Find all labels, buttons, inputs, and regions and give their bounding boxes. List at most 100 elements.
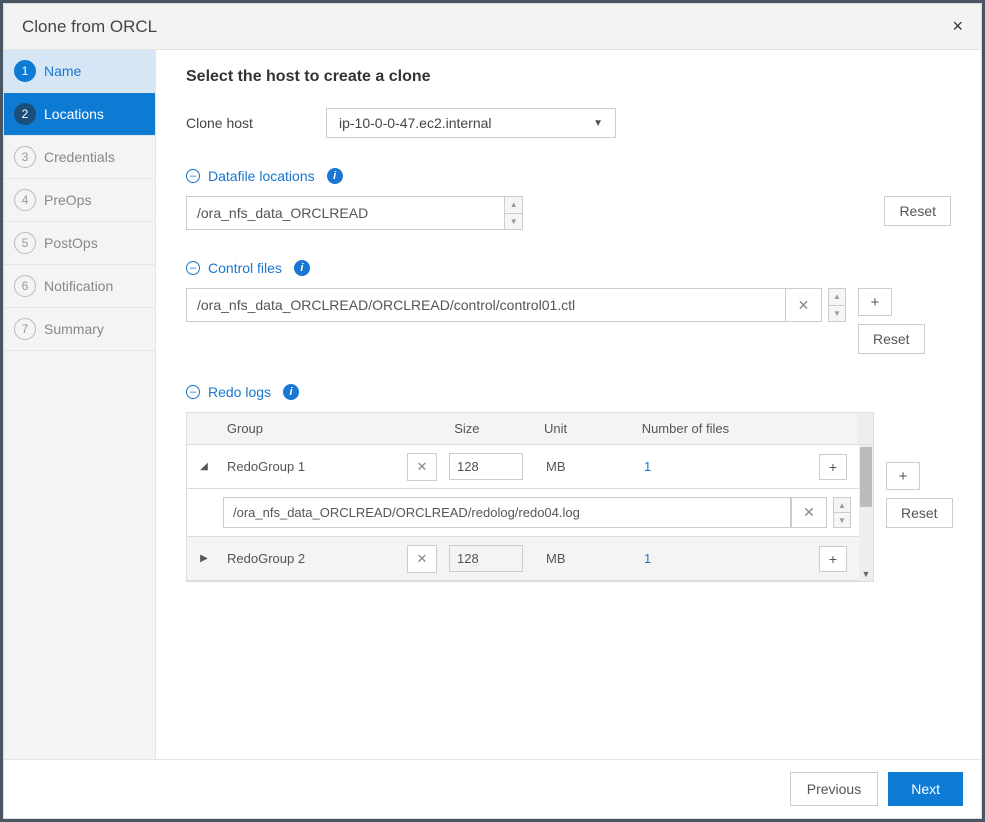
datafile-title: Datafile locations: [208, 168, 315, 184]
redo-add-file-button[interactable]: +: [819, 454, 847, 480]
sidebar-item-label: Notification: [44, 278, 113, 294]
col-unit: Unit: [538, 413, 636, 444]
col-size: Size: [448, 413, 538, 444]
sidebar-item-preops[interactable]: 4 PreOps: [4, 179, 155, 222]
redo-remove-button[interactable]: ✕: [407, 453, 437, 481]
sidebar-item-credentials[interactable]: 3 Credentials: [4, 136, 155, 179]
step-badge: 6: [14, 275, 36, 297]
dialog-title: Clone from ORCL: [22, 17, 157, 37]
step-badge: 7: [14, 318, 36, 340]
datafile-input-group: ▲ ▼: [186, 196, 523, 230]
spinner-up-icon[interactable]: ▲: [829, 289, 845, 306]
info-icon[interactable]: i: [294, 260, 310, 276]
sidebar-item-label: Summary: [44, 321, 104, 337]
sidebar-item-postops[interactable]: 5 PostOps: [4, 222, 155, 265]
control-add-button[interactable]: +: [858, 288, 892, 316]
info-icon[interactable]: i: [327, 168, 343, 184]
sidebar-item-notification[interactable]: 6 Notification: [4, 265, 155, 308]
datafile-section-body: ▲ ▼ Reset: [186, 196, 951, 230]
clone-host-label: Clone host: [186, 115, 266, 131]
redo-table: Group Size Unit Number of files ◢ RedoGr…: [186, 412, 874, 582]
control-reset-button[interactable]: Reset: [858, 324, 925, 354]
step-badge: 5: [14, 232, 36, 254]
sidebar-item-label: Locations: [44, 106, 104, 122]
clone-dialog: Clone from ORCL × 1 Name 2 Locations 3 C…: [3, 3, 982, 819]
wizard-sidebar: 1 Name 2 Locations 3 Credentials 4 PreOp…: [4, 50, 156, 759]
step-badge: 2: [14, 103, 36, 125]
dialog-footer: Previous Next: [4, 759, 981, 818]
control-remove-button[interactable]: ✕: [786, 288, 822, 322]
step-badge: 3: [14, 146, 36, 168]
datafile-reset-button[interactable]: Reset: [884, 196, 951, 226]
chevron-down-icon: ▼: [593, 118, 603, 129]
sidebar-item-label: PreOps: [44, 192, 91, 208]
sidebar-item-locations[interactable]: 2 Locations: [4, 93, 155, 136]
sidebar-item-label: Credentials: [44, 149, 115, 165]
page-title: Select the host to create a clone: [186, 68, 951, 86]
spinner-down-icon[interactable]: ▼: [505, 214, 522, 230]
step-badge: 1: [14, 60, 36, 82]
redo-reset-button[interactable]: Reset: [886, 498, 953, 528]
info-icon[interactable]: i: [283, 384, 299, 400]
redo-path-input[interactable]: [223, 497, 791, 528]
dialog-body: 1 Name 2 Locations 3 Credentials 4 PreOp…: [4, 50, 981, 759]
next-button[interactable]: Next: [888, 772, 963, 806]
previous-button[interactable]: Previous: [790, 772, 878, 806]
spinner-down-icon[interactable]: ▼: [829, 306, 845, 322]
main-content: Select the host to create a clone Clone …: [156, 50, 981, 759]
collapse-icon: –: [186, 169, 200, 183]
col-group: Group: [221, 413, 400, 444]
control-title: Control files: [208, 260, 282, 276]
datafile-path-input[interactable]: [186, 196, 505, 230]
scroll-thumb[interactable]: [860, 447, 872, 507]
datafile-section-header[interactable]: – Datafile locations i: [186, 168, 951, 184]
scroll-down-icon[interactable]: ▼: [859, 567, 873, 581]
datafile-spinner: ▲ ▼: [505, 196, 523, 230]
clone-host-value: ip-10-0-0-47.ec2.internal: [339, 115, 492, 131]
redo-row: ◢ RedoGroup 1 ✕ MB 1 +: [187, 445, 859, 489]
control-path-input[interactable]: [186, 288, 786, 322]
collapse-icon: –: [186, 261, 200, 275]
control-side-buttons: + Reset: [858, 288, 912, 354]
redo-add-file-button[interactable]: +: [819, 546, 847, 572]
spinner-down-icon[interactable]: ▼: [834, 513, 850, 527]
redo-unit: MB: [539, 454, 637, 479]
collapse-icon: –: [186, 385, 200, 399]
step-badge: 4: [14, 189, 36, 211]
redo-path-remove-button[interactable]: ✕: [791, 497, 827, 528]
clone-host-select[interactable]: ip-10-0-0-47.ec2.internal ▼: [326, 108, 616, 138]
redo-title: Redo logs: [208, 384, 271, 400]
redo-unit: MB: [539, 546, 637, 571]
redo-add-button[interactable]: +: [886, 462, 920, 490]
sidebar-item-label: Name: [44, 63, 81, 79]
close-icon[interactable]: ×: [952, 16, 963, 37]
redo-section-body: Group Size Unit Number of files ◢ RedoGr…: [186, 412, 951, 582]
redo-numfiles[interactable]: 1: [637, 454, 815, 479]
collapse-row-icon[interactable]: ◢: [187, 461, 221, 472]
sidebar-item-summary[interactable]: 7 Summary: [4, 308, 155, 351]
spinner-up-icon[interactable]: ▲: [505, 197, 522, 214]
sidebar-item-label: PostOps: [44, 235, 98, 251]
redo-table-header: Group Size Unit Number of files: [187, 413, 873, 445]
redo-remove-button[interactable]: ✕: [407, 545, 437, 573]
spinner-up-icon[interactable]: ▲: [834, 498, 850, 513]
redo-path-spinner: ▲ ▼: [833, 497, 851, 528]
redo-size-input[interactable]: [449, 545, 523, 572]
redo-path-row: ✕ ▲ ▼: [187, 489, 859, 537]
redo-group-name: RedoGroup 1: [221, 453, 401, 480]
redo-numfiles[interactable]: 1: [637, 546, 815, 571]
redo-section-header[interactable]: – Redo logs i: [186, 384, 951, 400]
redo-row: ▶ RedoGroup 2 ✕ MB 1 +: [187, 537, 859, 581]
dialog-header: Clone from ORCL ×: [4, 4, 981, 50]
expand-row-icon[interactable]: ▶: [187, 553, 221, 564]
control-input-group: ✕ ▲ ▼: [186, 288, 846, 322]
redo-size-input[interactable]: [449, 453, 523, 480]
clone-host-row: Clone host ip-10-0-0-47.ec2.internal ▼: [186, 108, 951, 138]
control-section-header[interactable]: – Control files i: [186, 260, 951, 276]
control-spinner: ▲ ▼: [828, 288, 846, 322]
sidebar-item-name[interactable]: 1 Name: [4, 50, 155, 93]
redo-side-buttons: + Reset: [886, 462, 940, 528]
redo-group-name: RedoGroup 2: [221, 545, 401, 572]
redo-scrollbar[interactable]: ▼: [859, 445, 873, 581]
col-numfiles: Number of files: [636, 413, 813, 444]
